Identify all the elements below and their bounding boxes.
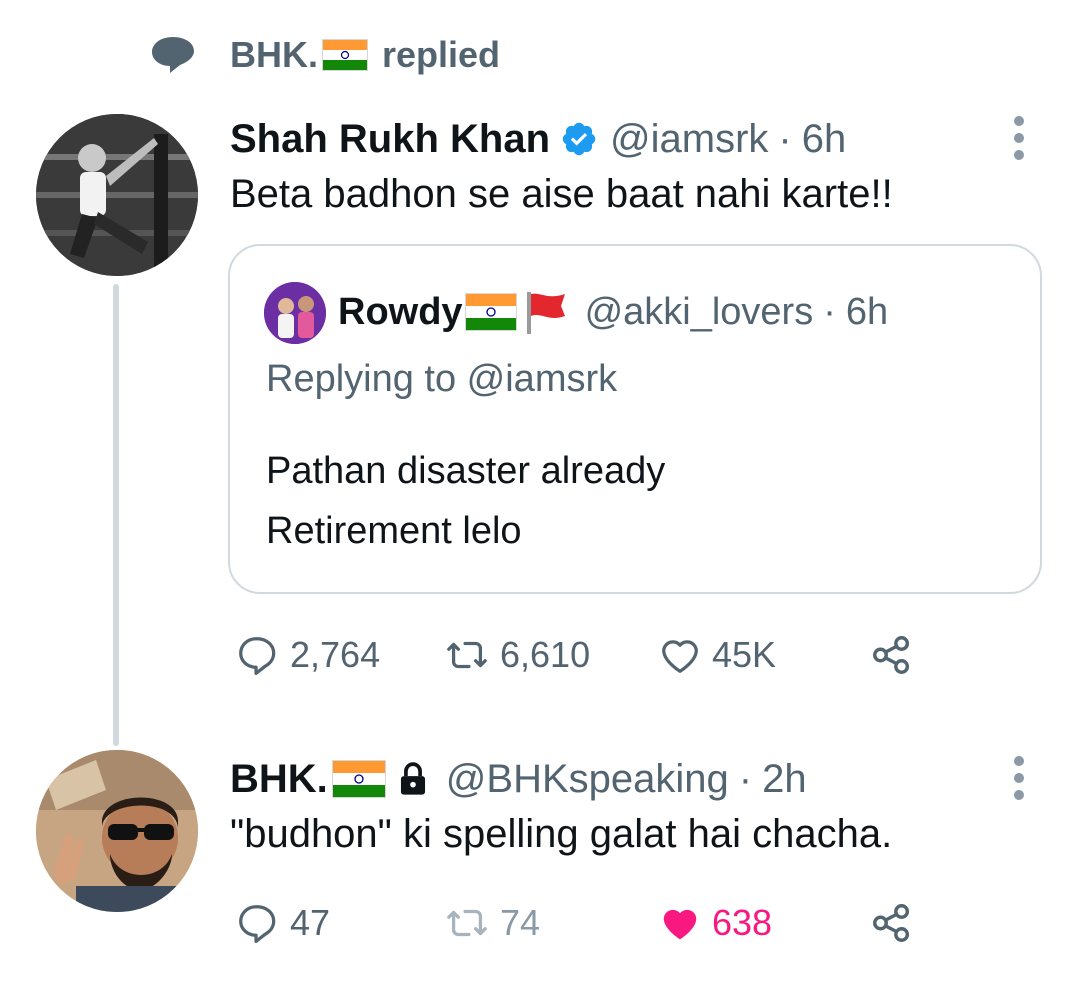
avatar-iamsrk[interactable]: [36, 114, 198, 276]
retweet-button: 74: [440, 900, 654, 946]
retweet-count: 74: [500, 902, 541, 943]
like-count: 638: [712, 902, 773, 943]
separator-dot: ·: [778, 116, 792, 161]
social-context: BHK. replied: [150, 28, 500, 82]
share-icon: [873, 904, 910, 942]
replying-to: Replying to @iamsrk: [266, 358, 618, 400]
reply-author-name[interactable]: BHK.: [230, 757, 328, 802]
author-handle[interactable]: @iamsrk: [610, 117, 768, 162]
reply-button[interactable]: 47: [232, 900, 440, 946]
quoted-author-name: Rowdy: [338, 290, 463, 333]
quoted-text-line-2: Retirement lelo: [266, 510, 522, 552]
quoted-handle: @akki_lovers: [584, 290, 814, 333]
india-flag-icon: [331, 760, 386, 798]
retweet-count: 6,610: [500, 634, 591, 675]
tweet-header: Shah Rukh Khan @iamsrk · 6h: [230, 114, 846, 164]
retweet-icon: [447, 909, 487, 937]
separator-dot: ·: [823, 290, 836, 333]
share-icon: [873, 636, 910, 674]
more-options-icon[interactable]: [1012, 756, 1026, 800]
reply-header: BHK. @BHKspeaking · 2h: [230, 754, 807, 804]
share-button[interactable]: [868, 900, 916, 946]
quoted-header: Rowdy @akki_lovers · 6h: [338, 288, 888, 336]
tweet-text: Beta badhon se aise baat nahi karte!!: [230, 172, 893, 216]
india-flag-icon: [464, 293, 517, 331]
heart-filled-icon: [663, 909, 697, 940]
avatar-image: [264, 282, 326, 344]
red-flag-icon: [526, 292, 565, 334]
verified-badge-icon: [562, 122, 596, 156]
author-name[interactable]: Shah Rukh Khan: [230, 117, 550, 162]
reply-time[interactable]: 2h: [762, 757, 807, 802]
context-name[interactable]: BHK.: [230, 34, 318, 76]
heart-icon: [662, 640, 698, 673]
quoted-time: 6h: [845, 290, 889, 333]
share-button[interactable]: [868, 632, 916, 678]
retweet-button[interactable]: 6,610: [440, 632, 654, 678]
reply-count: 47: [290, 902, 331, 943]
more-options-icon[interactable]: [1012, 116, 1026, 160]
avatar-image: [36, 750, 198, 912]
reply-handle[interactable]: @BHKspeaking: [446, 757, 729, 802]
reply-text: "budhon" ki spelling galat hai chacha.: [230, 812, 893, 856]
tweet-action-bar: 2,764 6,610 45K: [232, 630, 916, 680]
thread-line: [113, 284, 119, 746]
reply-count: 2,764: [290, 634, 381, 675]
lock-icon: [400, 762, 425, 795]
avatar-image: [36, 114, 198, 276]
reply-button[interactable]: 2,764: [232, 632, 440, 678]
india-flag-icon: [322, 39, 368, 71]
separator-dot: ·: [738, 756, 753, 801]
comment-bubble-icon: [152, 37, 194, 73]
retweet-icon: [447, 641, 487, 669]
like-button[interactable]: 45K: [654, 632, 868, 678]
reply-icon: [239, 637, 276, 676]
reply-action-bar: 47 74 638: [232, 898, 916, 948]
quoted-text-line-1: Pathan disaster already: [266, 450, 666, 492]
context-action: replied: [382, 34, 501, 75]
tweet-time[interactable]: 6h: [802, 117, 847, 162]
avatar-bhkspeaking[interactable]: [36, 750, 198, 912]
like-count: 45K: [712, 634, 777, 675]
avatar-akki-lovers: [264, 282, 326, 344]
like-button[interactable]: 638: [654, 900, 868, 946]
reply-icon: [239, 905, 276, 944]
